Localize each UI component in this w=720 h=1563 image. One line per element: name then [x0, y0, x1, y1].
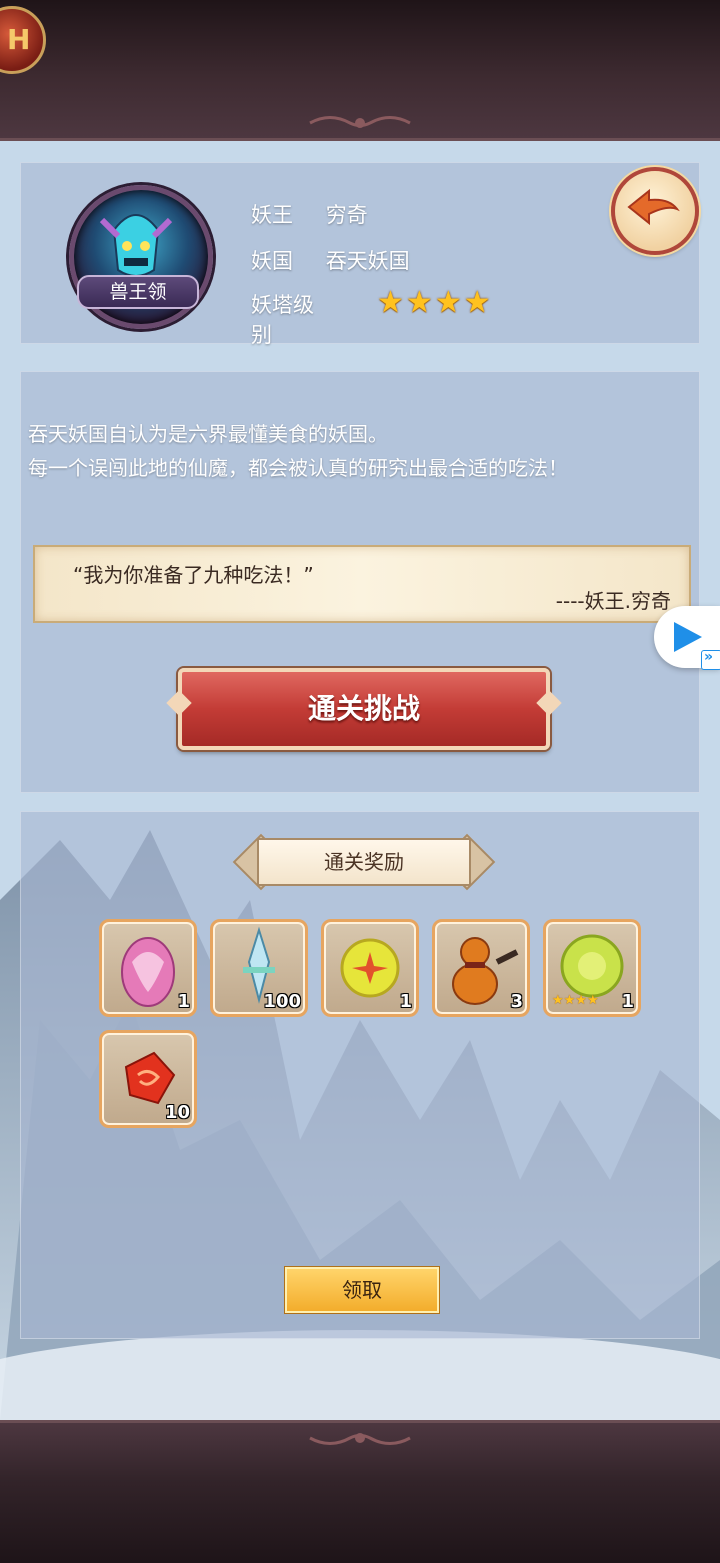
demon-king-key: 妖王: [251, 203, 293, 227]
reward-slot-star-orb[interactable]: ★★★★ 1: [543, 919, 641, 1017]
demon-kingdom-value: 吞天妖国: [325, 249, 410, 273]
story-line-1: 吞天妖国自认为是六界最懂美食的妖国。: [28, 422, 388, 446]
star-icon: ★: [405, 285, 433, 320]
reward-count: 10: [164, 1102, 190, 1123]
corner-logo-badge[interactable]: H: [0, 6, 46, 74]
demon-kingdom-key: 妖国: [251, 249, 293, 273]
back-arrow-icon: [627, 188, 680, 226]
demon-info-panel: 兽王领 妖王 穷奇 妖国 吞天妖国 妖塔级别 ★★★★: [20, 162, 700, 347]
reward-count: 100: [263, 991, 301, 1012]
back-button[interactable]: [611, 167, 699, 255]
fast-forward-glyph: »: [704, 649, 714, 665]
corner-badge-glyph: H: [7, 23, 31, 56]
bottom-ornament-icon: [309, 1433, 411, 1445]
reward-slot-dragon-egg[interactable]: 1: [99, 919, 197, 1017]
fast-forward-icon[interactable]: »: [701, 649, 720, 670]
reward-count: 1: [621, 991, 634, 1012]
demon-kingdom-row: 妖国 吞天妖国: [251, 245, 410, 275]
tower-level-stars: ★★★★: [377, 285, 493, 320]
reward-count: 1: [177, 991, 190, 1012]
story-line-2: 每一个误闯此地的仙魔，都会被认真的研究出最合适的吃法！: [28, 456, 568, 480]
story-panel: 吞天妖国自认为是六界最懂美食的妖国。 每一个误闯此地的仙魔，都会被认真的研究出最…: [20, 371, 700, 793]
reward-slot-yellow-orb[interactable]: 1: [321, 919, 419, 1017]
reward-title: 通关奖励: [257, 838, 471, 886]
top-ornament-icon: [309, 116, 411, 128]
demon-king-row: 妖王 穷奇: [251, 199, 368, 229]
avatar-label: 兽王领: [77, 275, 199, 309]
star-icon: ★: [377, 285, 404, 320]
star-icon: ★: [434, 285, 462, 320]
demon-king-value: 穷奇: [325, 203, 368, 227]
reward-slot-crystal[interactable]: 100: [210, 919, 308, 1017]
reward-panel: 通关奖励 1 100 1 3 ★★★★ 1 10 领取: [20, 811, 700, 1339]
tower-level-key: 妖塔级别: [251, 293, 314, 347]
challenge-button[interactable]: 通关挑战: [178, 668, 550, 750]
play-icon: [674, 622, 702, 652]
top-bar: H: [0, 0, 720, 141]
quote-scroll: “我为你准备了九种吃法！” ----妖王.穷奇: [33, 545, 691, 623]
quote-text: “我为你准备了九种吃法！”: [73, 563, 314, 587]
reward-count: 1: [399, 991, 412, 1012]
reward-count: 3: [510, 991, 523, 1012]
quote-author: ----妖王.穷奇: [555, 589, 671, 613]
claim-button[interactable]: 领取: [285, 1267, 439, 1313]
reward-star-rating: ★★★★: [552, 993, 599, 1008]
tower-level-row: 妖塔级别: [251, 289, 319, 349]
star-icon: ★: [463, 285, 491, 320]
reward-slot-red-gem[interactable]: 10: [99, 1030, 197, 1128]
reward-slot-gourd[interactable]: 3: [432, 919, 530, 1017]
bottom-bar: [0, 1420, 720, 1563]
